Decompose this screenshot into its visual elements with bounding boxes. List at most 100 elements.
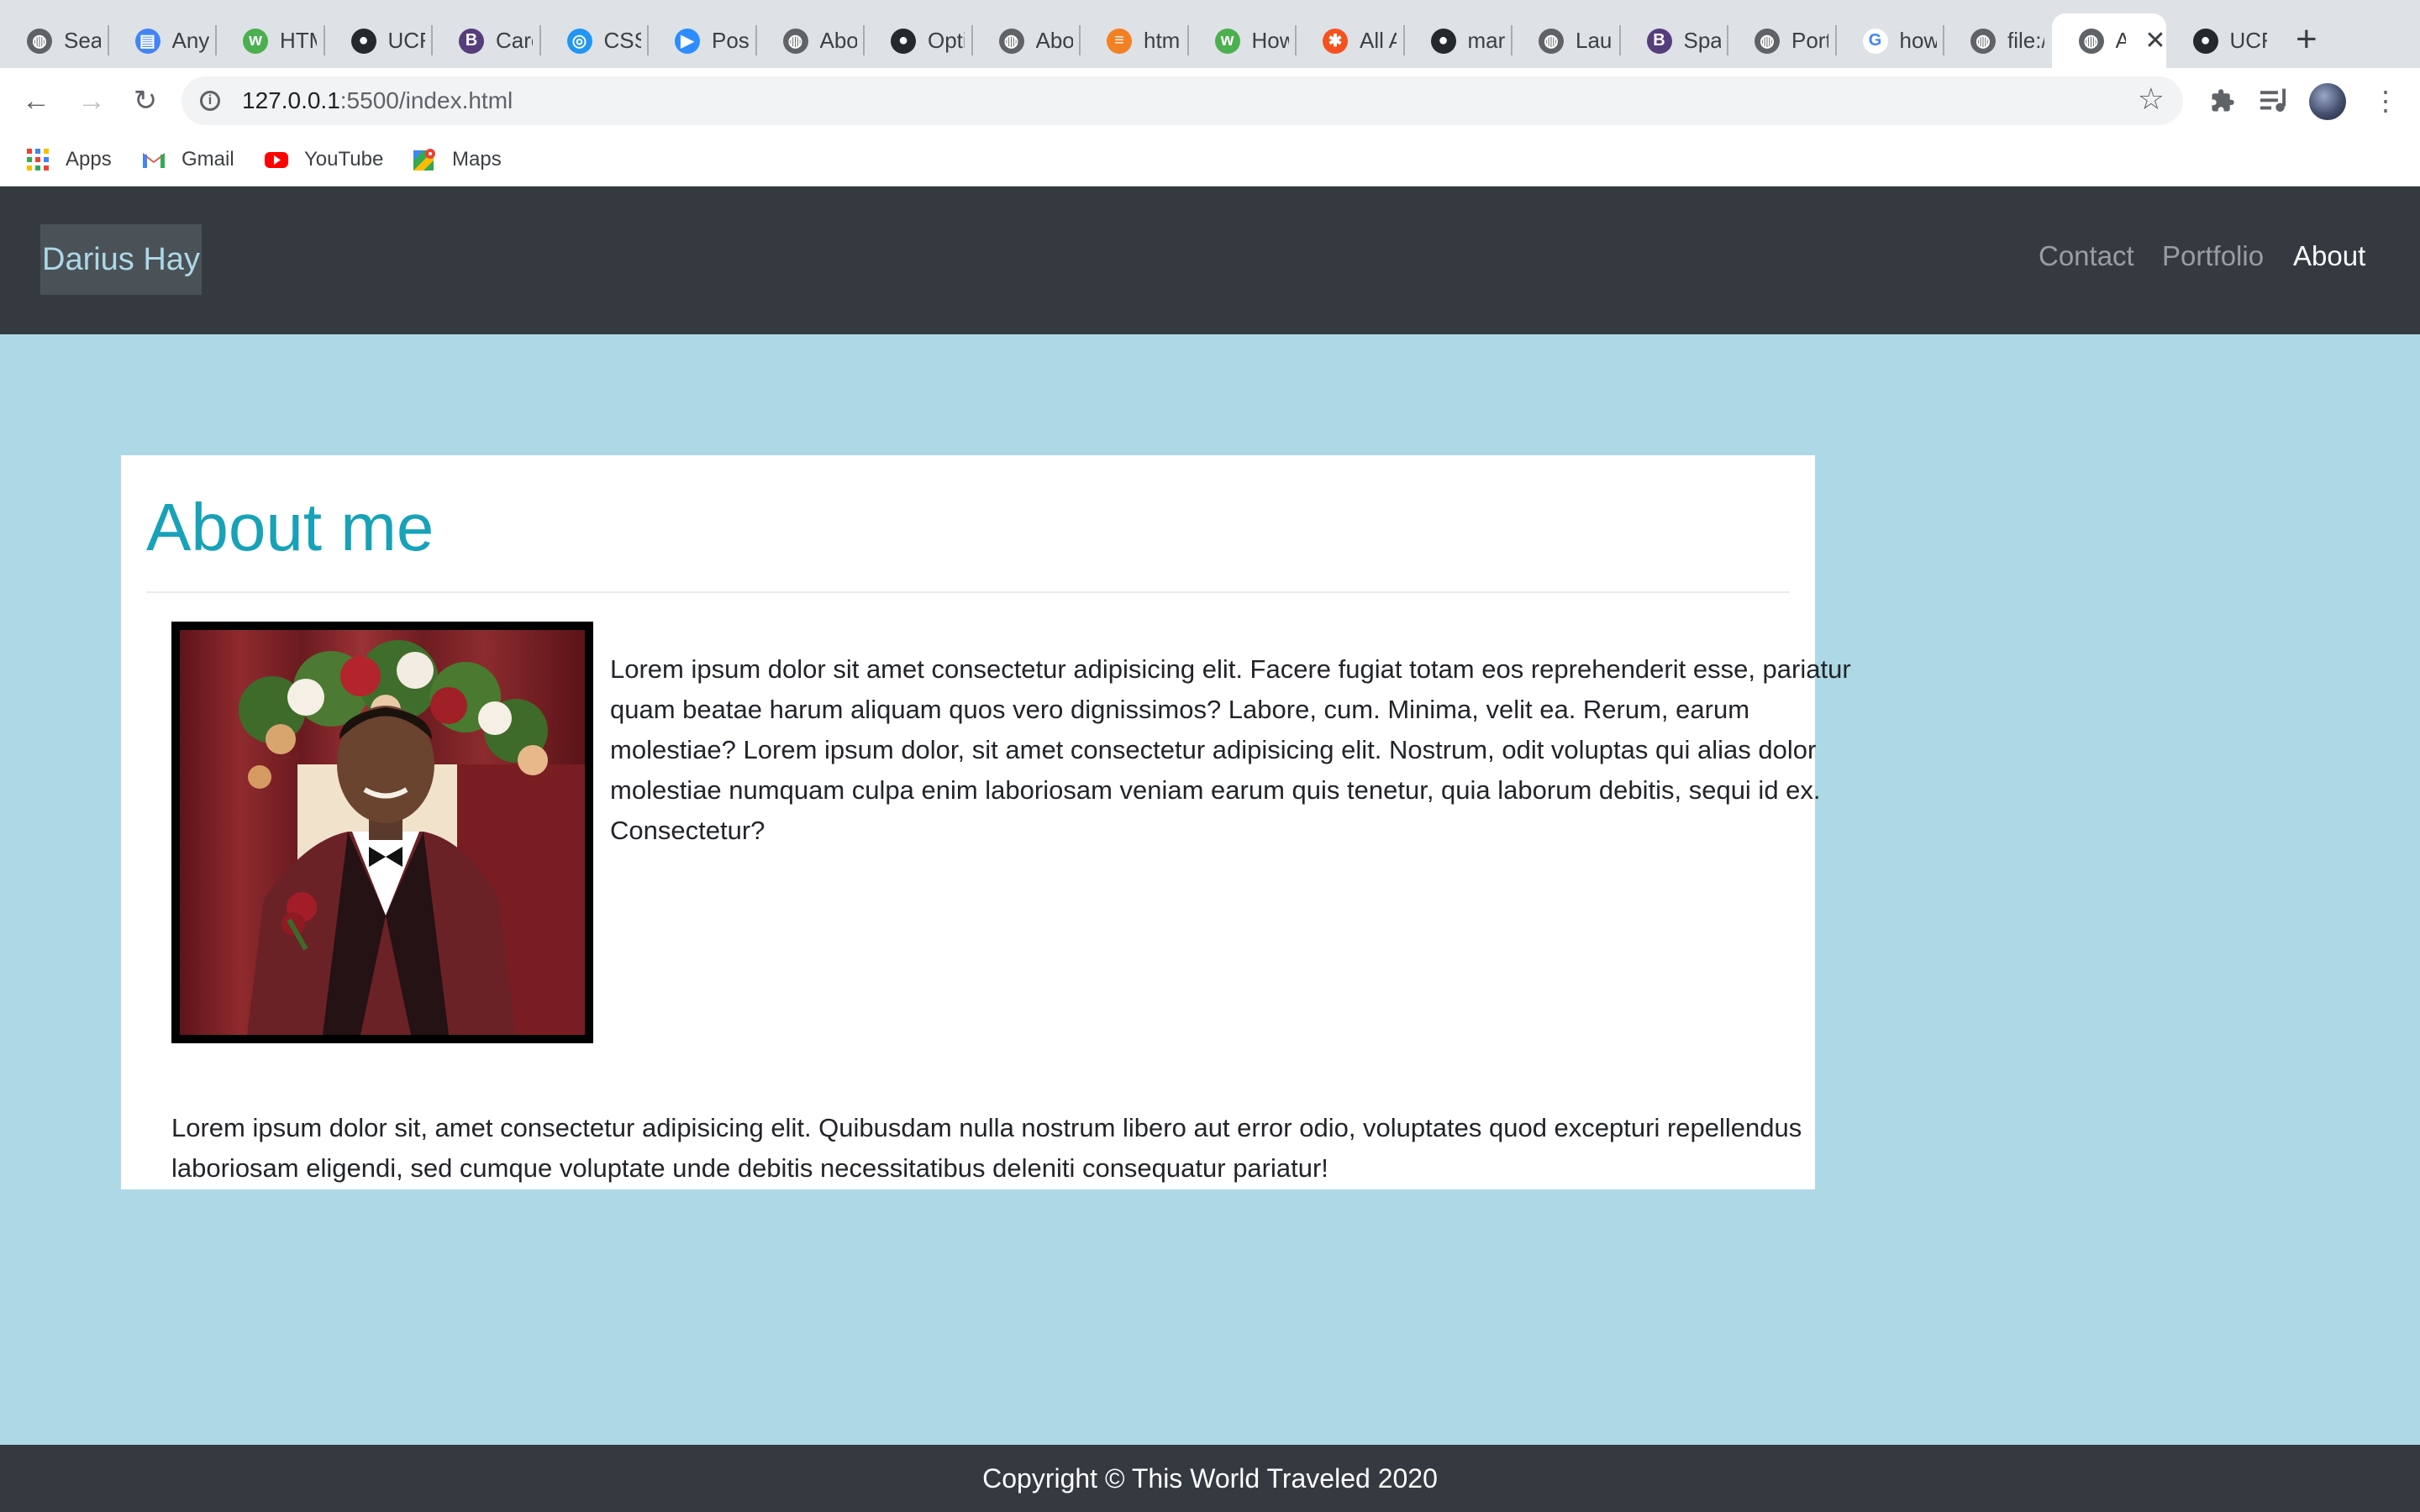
forward-arrow-icon[interactable]: → xyxy=(71,80,113,122)
browser-tab[interactable]: ◍ Laur xyxy=(1512,13,1620,68)
page-title: About me xyxy=(146,490,434,564)
tab-title: How xyxy=(1251,28,1289,53)
tab-title: Abo xyxy=(819,28,857,53)
browser-menu-icon[interactable]: ⋮ xyxy=(2365,80,2407,122)
new-tab-icon[interactable]: + xyxy=(2296,18,2317,60)
navbar-brand[interactable]: Darius Hay xyxy=(40,224,202,295)
tab-title: Post xyxy=(712,28,749,53)
apps-grid-icon xyxy=(25,147,50,172)
tab-title: Any xyxy=(171,28,209,53)
tab-title: CSS xyxy=(603,28,641,53)
github-icon: ● xyxy=(2192,28,2218,54)
tab-title: A xyxy=(2115,28,2127,53)
globe-icon: ◍ xyxy=(2078,28,2104,54)
bookmark-star-icon[interactable]: ☆ xyxy=(2138,81,2165,117)
browser-tab[interactable]: ◍ file:/ xyxy=(1944,13,2052,68)
bookmark-label: Apps xyxy=(66,148,112,171)
tab-title: Sear xyxy=(64,28,101,53)
nav-link-portfolio[interactable]: Portfolio xyxy=(2162,240,2264,272)
heading-divider xyxy=(146,591,1790,593)
bootstrap-icon: B xyxy=(459,28,484,54)
bookmark-label: Gmail xyxy=(182,148,234,171)
url-text[interactable]: 127.0.0.1:5500/index.html xyxy=(242,87,513,114)
profile-avatar[interactable] xyxy=(2309,83,2346,120)
browser-tab[interactable]: ● Opti xyxy=(864,13,972,68)
tab-title: Port xyxy=(1791,28,1828,53)
bookmark-label: YouTube xyxy=(304,148,384,171)
tab-title: Laur xyxy=(1576,28,1612,53)
bookmark-apps[interactable]: Apps xyxy=(25,144,112,176)
browser-tab[interactable]: ▤ Any xyxy=(108,13,217,68)
info-icon[interactable]: i xyxy=(200,91,220,111)
browser-tab[interactable]: w How xyxy=(1188,13,1297,68)
globe-icon: ◍ xyxy=(998,28,1024,54)
site-navbar: Darius Hay Contact Portfolio About xyxy=(0,186,2420,334)
browser-tab[interactable]: ◎ CSS xyxy=(540,13,649,68)
gmail-icon xyxy=(141,147,166,172)
tab-title: Carc xyxy=(496,28,533,53)
github-icon: ● xyxy=(350,28,376,54)
document-icon: ▤ xyxy=(134,28,160,54)
extensions-puzzle-icon[interactable] xyxy=(2202,80,2244,122)
browser-tab[interactable]: ◍ A ✕ xyxy=(2051,13,2166,68)
browser-tab[interactable]: ● UCF xyxy=(324,13,433,68)
browser-tab[interactable]: ◍ Abo xyxy=(756,13,865,68)
back-arrow-icon[interactable]: ← xyxy=(15,80,57,122)
maps-icon xyxy=(412,147,437,172)
about-paragraph-1: Lorem ipsum dolor sit amet consectetur a… xyxy=(610,654,1851,845)
nav-link-about[interactable]: About xyxy=(2293,240,2365,272)
globe-icon: ◍ xyxy=(27,28,52,54)
bookmarks-bar: Apps Gmail YouTube Maps xyxy=(0,134,2420,186)
stackoverflow-icon: ≡ xyxy=(1107,28,1132,54)
bookmark-label: Maps xyxy=(452,148,502,171)
browser-tab[interactable]: ▶ Post xyxy=(648,13,756,68)
browser-toolbar: ← → ↻ i 127.0.0.1:5500/index.html ☆ ⋮ xyxy=(0,68,2420,134)
browser-tab[interactable]: ● mari xyxy=(1404,13,1512,68)
close-tab-icon[interactable]: ✕ xyxy=(2144,26,2165,55)
w3schools-icon: w xyxy=(243,28,268,54)
browser-tab[interactable]: ● UCF xyxy=(2166,13,2275,68)
bootstrap-icon: B xyxy=(1646,28,1672,54)
bookmark-youtube[interactable]: YouTube xyxy=(264,144,383,176)
browser-tab[interactable]: ✱ All A xyxy=(1296,13,1404,68)
browser-tab[interactable]: w HTM xyxy=(216,13,324,68)
media-queue-icon[interactable] xyxy=(2254,80,2296,122)
github-icon: ● xyxy=(891,28,916,54)
browser-tab[interactable]: ◍ Sear xyxy=(0,13,108,68)
address-bar[interactable]: i 127.0.0.1:5500/index.html ☆ xyxy=(182,76,2183,125)
css-icon: ◎ xyxy=(566,28,592,54)
tab-title: Spac xyxy=(1683,28,1721,53)
reload-icon[interactable]: ↻ xyxy=(124,80,166,122)
tab-title: Abo xyxy=(1035,28,1073,53)
globe-icon: ◍ xyxy=(1970,28,1996,54)
globe-icon: ◍ xyxy=(1754,28,1780,54)
browser-tab[interactable]: ◍ Abo xyxy=(972,13,1081,68)
about-card: About me Lorem ipsum dolor sit amet cons… xyxy=(121,455,1851,1189)
tab-title: how xyxy=(1899,28,1937,53)
browser-tab[interactable]: ◍ Port xyxy=(1728,13,1836,68)
about-paragraph-2: Lorem ipsum dolor sit, amet consectetur … xyxy=(171,1113,1802,1183)
url-host: 127.0.0.1 xyxy=(242,87,340,113)
tab-title: html xyxy=(1144,28,1181,53)
browser-tab[interactable]: Ghow xyxy=(1836,13,1944,68)
footer-copyright: Copyright © This World Traveled 2020 xyxy=(982,1462,1438,1494)
nav-link-contact[interactable]: Contact xyxy=(2039,240,2134,272)
tab-title: UCF xyxy=(387,28,425,53)
tab-title: HTM xyxy=(280,28,317,53)
bookmark-maps[interactable]: Maps xyxy=(412,144,502,176)
profile-photo xyxy=(171,622,593,1043)
globe-icon: ◍ xyxy=(782,28,808,54)
tab-title: All A xyxy=(1360,28,1397,53)
tab-title: file:/ xyxy=(2007,28,2044,53)
github-icon: ● xyxy=(1430,28,1456,54)
bookmark-gmail[interactable]: Gmail xyxy=(141,144,234,176)
youtube-icon xyxy=(264,147,289,172)
browser-tab[interactable]: B Carc xyxy=(432,13,540,68)
tab-title: UCF xyxy=(2229,28,2267,53)
tab-title: Opti xyxy=(928,28,965,53)
zoom-icon: ▶ xyxy=(675,28,700,54)
browser-tab[interactable]: B Spac xyxy=(1620,13,1728,68)
google-icon: G xyxy=(1862,28,1888,54)
globe-icon: ◍ xyxy=(1539,28,1564,54)
browser-tab[interactable]: ≡ html xyxy=(1080,13,1188,68)
